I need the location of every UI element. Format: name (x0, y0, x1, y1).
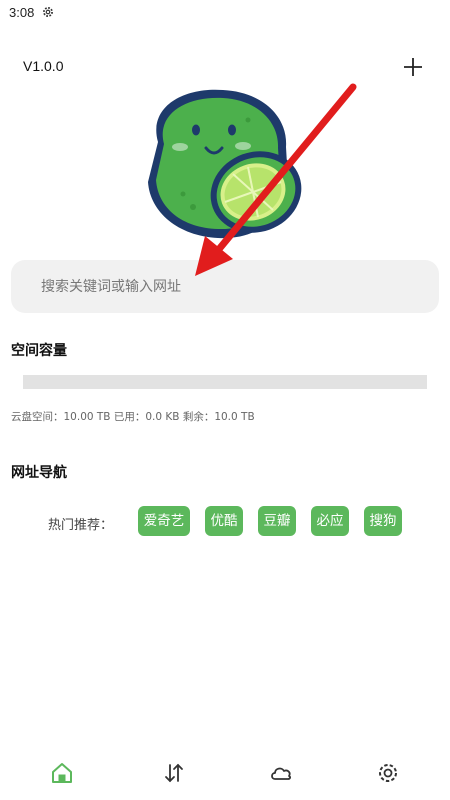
status-bar: 3:08 (0, 0, 450, 26)
hot-recommend-label: 热门推荐： (48, 518, 114, 533)
tag-youku[interactable]: 优酷 (205, 506, 243, 536)
search-box[interactable] (11, 260, 439, 313)
storage-title: 空间容量 (11, 343, 67, 359)
tag-douban[interactable]: 豆瓣 (258, 506, 296, 536)
bottom-nav (0, 752, 450, 800)
status-time: 3:08 (9, 5, 35, 20)
cloud-icon[interactable] (268, 760, 294, 786)
tag-sogou[interactable]: 搜狗 (364, 506, 402, 536)
lime-mascot-logo (148, 89, 302, 239)
storage-info: 云盘空间：10.00 TB 已用：0.0 KB 剩余：10.0 TB (11, 411, 255, 423)
home-icon[interactable] (49, 760, 75, 786)
capacity-bar (23, 375, 427, 389)
search-input[interactable] (41, 276, 421, 298)
plus-icon[interactable] (400, 54, 426, 80)
gear-icon (43, 7, 53, 17)
app-version: V1.0.0 (23, 58, 64, 74)
tag-bing[interactable]: 必应 (311, 506, 349, 536)
nav-section-title: 网址导航 (11, 465, 67, 481)
settings-icon[interactable] (375, 760, 401, 786)
transfer-icon[interactable] (161, 760, 187, 786)
tag-iqiyi[interactable]: 爱奇艺 (138, 506, 190, 536)
